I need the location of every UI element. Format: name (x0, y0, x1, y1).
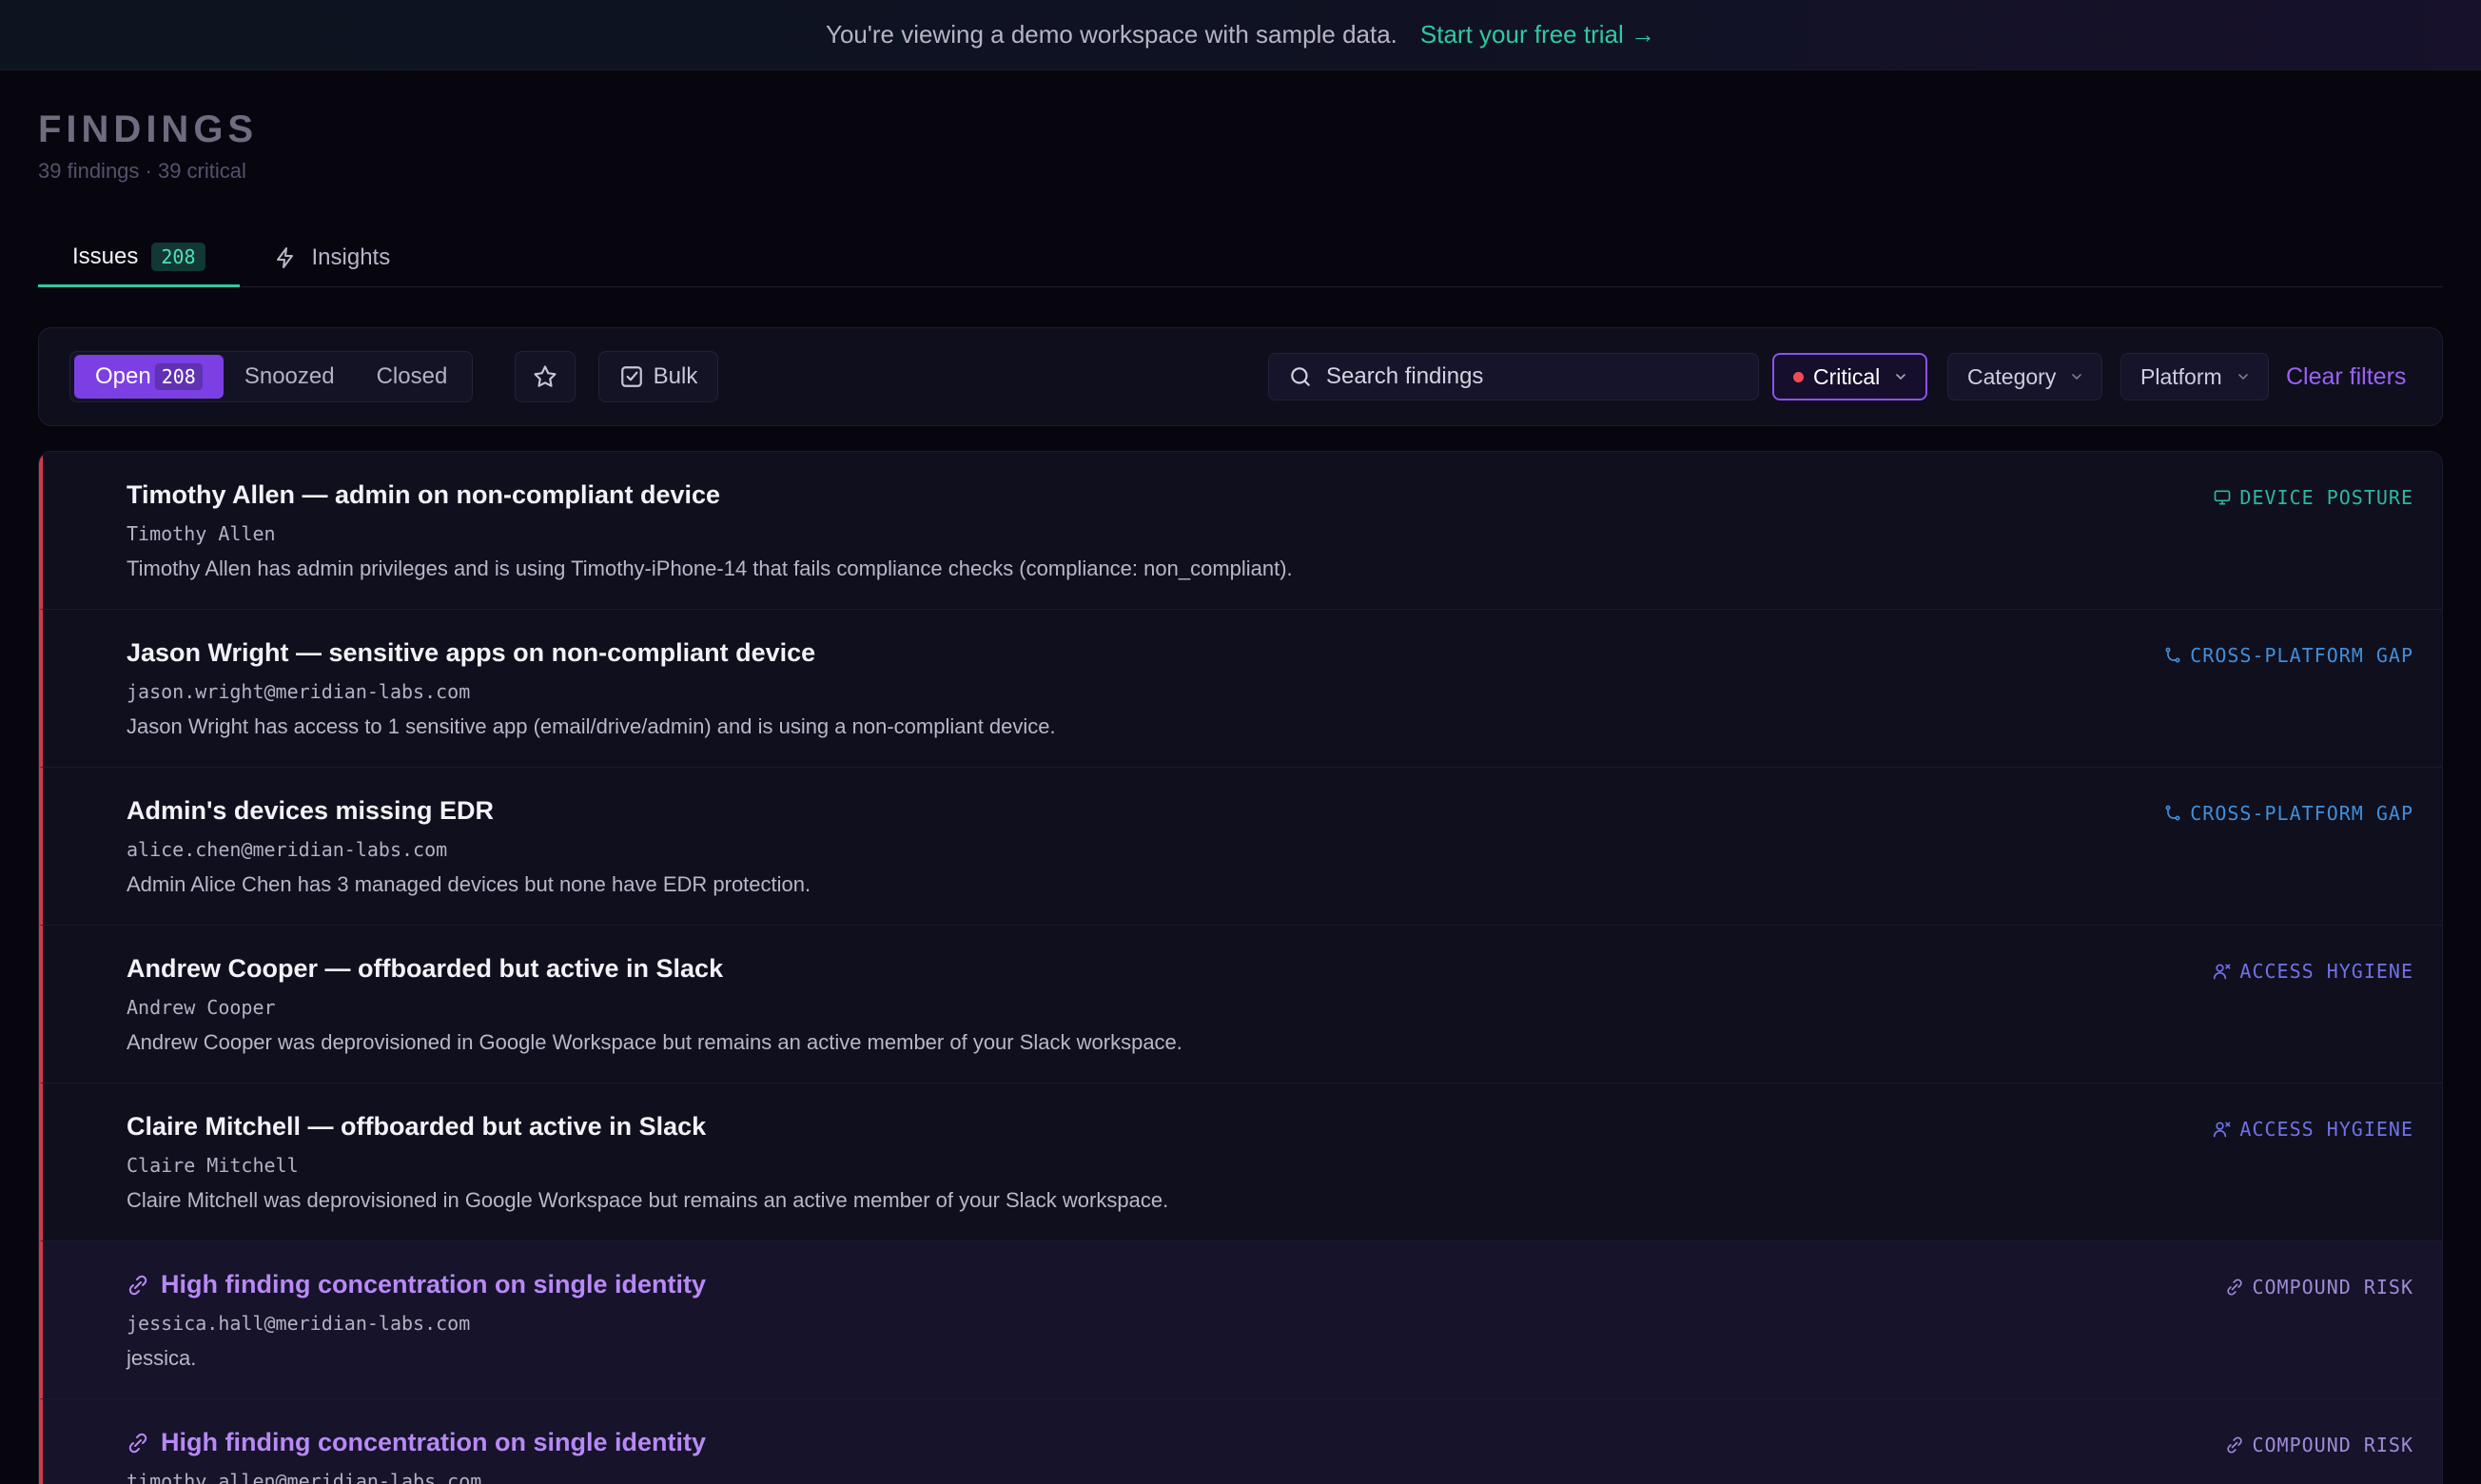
demo-banner: You're viewing a demo workspace with sam… (0, 0, 2481, 70)
finding-description: Claire Mitchell was deprovisioned in Goo… (127, 1188, 1169, 1212)
finding-category-label: CROSS-PLATFORM GAP (2190, 644, 2413, 667)
finding-subject: Claire Mitchell (127, 1154, 299, 1177)
finding-category-label: ACCESS HYGIENE (2239, 960, 2413, 983)
status-snoozed-button[interactable]: Snoozed (224, 355, 356, 399)
page-subtitle: 39 findings · 39 critical (38, 159, 246, 183)
severity-filter-label: Critical (1813, 363, 1881, 389)
finding-row[interactable]: High finding concentration on single ide… (39, 1241, 2442, 1399)
status-segmented-control: Open 208 Snoozed Closed (69, 351, 474, 402)
tab-insights[interactable]: Insights (240, 228, 425, 287)
search-input[interactable] (1326, 363, 1745, 390)
start-trial-link[interactable]: Start your free trial → (1420, 20, 1655, 49)
finding-row[interactable]: Claire Mitchell — offboarded but active … (39, 1084, 2442, 1241)
finding-title: Timothy Allen — admin on non-compliant d… (127, 480, 721, 509)
page-title: FINDINGS (38, 108, 259, 150)
star-icon (534, 365, 557, 387)
finding-category: COMPOUND RISK (2225, 1276, 2413, 1298)
checkbox-icon (620, 366, 642, 387)
finding-subject: Andrew Cooper (127, 996, 276, 1019)
finding-row[interactable]: Admin's devices missing EDR alice.chen@m… (39, 768, 2442, 926)
git-branch-icon (2165, 805, 2180, 821)
critical-dot-icon (1793, 371, 1804, 382)
page-header: FINDINGS 39 findings · 39 critical (38, 108, 258, 184)
link-icon (128, 1433, 147, 1453)
favorites-button[interactable] (515, 351, 576, 402)
status-closed-button[interactable]: Closed (356, 355, 469, 399)
finding-category: DEVICE POSTURE (2213, 486, 2413, 509)
finding-category: ACCESS HYGIENE (2213, 960, 2413, 983)
search-icon (1291, 367, 1310, 386)
finding-description: Andrew Cooper was deprovisioned in Googl… (127, 1030, 1182, 1054)
finding-subject: jason.wright@meridian-labs.com (127, 680, 471, 703)
finding-category-label: CROSS-PLATFORM GAP (2190, 802, 2413, 825)
finding-title: Andrew Cooper — offboarded but active in… (127, 954, 724, 983)
bulk-label: Bulk (653, 363, 698, 389)
monitor-icon (2215, 490, 2231, 505)
finding-category: CROSS-PLATFORM GAP (2163, 802, 2413, 825)
finding-title: High finding concentration on single ide… (127, 1428, 706, 1457)
finding-category-label: COMPOUND RISK (2252, 1434, 2413, 1456)
lightning-icon (276, 247, 293, 268)
finding-category-label: ACCESS HYGIENE (2239, 1118, 2413, 1141)
link-icon (128, 1275, 147, 1295)
finding-category: COMPOUND RISK (2225, 1434, 2413, 1456)
tab-issues-count: 208 (151, 242, 205, 271)
tab-issues-label: Issues (72, 243, 139, 269)
finding-title-text: High finding concentration on single ide… (161, 1270, 706, 1298)
chevron-down-icon (2237, 374, 2248, 381)
link-icon (2227, 1436, 2243, 1454)
finding-row[interactable]: Jason Wright — sensitive apps on non-com… (39, 610, 2442, 768)
finding-description: jessica. (127, 1346, 197, 1370)
user-x-icon (2214, 1122, 2231, 1138)
clear-filters-button[interactable]: Clear filters (2286, 353, 2406, 400)
user-x-icon (2214, 964, 2231, 980)
link-icon (2227, 1279, 2243, 1296)
banner-message: You're viewing a demo workspace with sam… (826, 20, 1397, 49)
finding-subject: jessica.hall@meridian-labs.com (127, 1312, 471, 1335)
category-filter-dropdown[interactable]: Category (1947, 353, 2103, 400)
finding-row[interactable]: Andrew Cooper — offboarded but active in… (39, 926, 2442, 1084)
finding-title-text: High finding concentration on single ide… (161, 1428, 706, 1456)
finding-title: Admin's devices missing EDR (127, 796, 495, 825)
finding-subject: timothy.allen@meridian-labs.com (127, 1470, 482, 1484)
tab-insights-label: Insights (311, 244, 391, 270)
findings-list: Timothy Allen — admin on non-compliant d… (38, 451, 2443, 1484)
platform-filter-dropdown[interactable]: Platform (2120, 353, 2269, 400)
finding-category-label: DEVICE POSTURE (2239, 486, 2413, 509)
filter-toolbar: Open 208 Snoozed Closed Bulk Critical Ca… (38, 327, 2443, 426)
search-box (1268, 353, 1759, 400)
finding-title: High finding concentration on single ide… (127, 1270, 706, 1299)
bulk-button[interactable]: Bulk (598, 351, 718, 402)
status-open-button[interactable]: Open 208 (74, 355, 224, 399)
severity-filter-dropdown[interactable]: Critical (1772, 353, 1928, 400)
finding-subject: Timothy Allen (127, 522, 276, 545)
finding-row[interactable]: Timothy Allen — admin on non-compliant d… (39, 452, 2442, 610)
platform-filter-label: Platform (2140, 363, 2222, 389)
finding-title: Jason Wright — sensitive apps on non-com… (127, 638, 816, 667)
finding-description: Timothy Allen has admin privileges and i… (127, 556, 1293, 580)
status-open-count: 208 (154, 363, 203, 390)
finding-subject: alice.chen@meridian-labs.com (127, 838, 448, 861)
finding-description: Jason Wright has access to 1 sensitive a… (127, 714, 1056, 738)
chevron-down-icon (2072, 374, 2082, 381)
chevron-down-icon (1896, 374, 1906, 381)
finding-row[interactable]: High finding concentration on single ide… (39, 1399, 2442, 1484)
finding-category-label: COMPOUND RISK (2252, 1276, 2413, 1298)
finding-description: Admin Alice Chen has 3 managed devices b… (127, 872, 811, 896)
tab-issues[interactable]: Issues 208 (38, 228, 240, 287)
finding-title: Claire Mitchell — offboarded but active … (127, 1112, 707, 1141)
status-open-label: Open (95, 363, 151, 389)
git-branch-icon (2165, 647, 2180, 663)
finding-category: CROSS-PLATFORM GAP (2163, 644, 2413, 667)
tab-bar: Issues 208 Insights (38, 228, 2443, 287)
category-filter-label: Category (1967, 363, 2057, 389)
finding-category: ACCESS HYGIENE (2213, 1118, 2413, 1141)
